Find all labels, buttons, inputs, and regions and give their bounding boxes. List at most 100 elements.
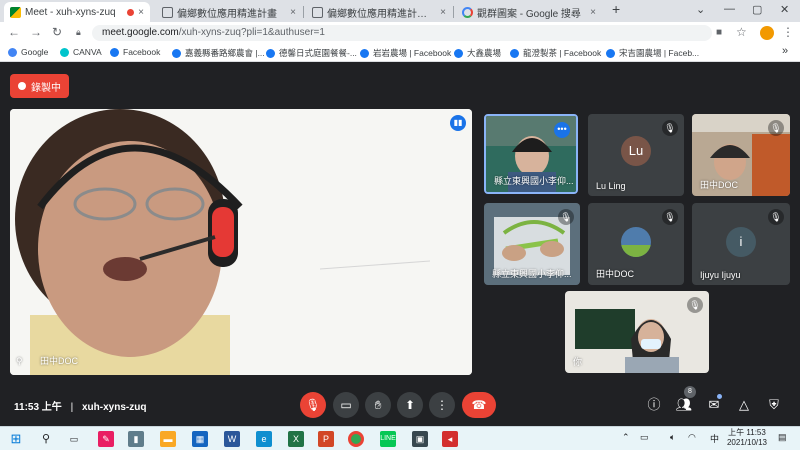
- windows-taskbar: ⊞ ⚲ ▭ ✎ ▮ ▬ ▦ W e X P LINE ▣ ◂ ⌃ ▭ 🔈︎ ◠ …: [0, 426, 800, 450]
- tab-google-search[interactable]: 觀群圖案 - Google 搜尋 ×: [456, 2, 602, 22]
- bookmark-daxin-farm[interactable]: 大鑫農場: [454, 47, 501, 59]
- participant-tile[interactable]: ••• 縣立東興國小李仰...: [484, 114, 578, 194]
- participant-tile[interactable]: Lu 🎙︎ Lu Ling: [588, 114, 684, 196]
- url-host: meet.google.com: [102, 27, 179, 38]
- main-speaker-video[interactable]: ▮▮ ⚲ 田中DOC: [10, 109, 472, 375]
- app-icon[interactable]: ▣: [412, 431, 428, 447]
- mic-off-icon: 🎙︎: [662, 209, 678, 225]
- facebook-icon: [606, 48, 615, 58]
- present-screen-button[interactable]: ⬆︎: [397, 392, 423, 418]
- chrome-icon[interactable]: [348, 431, 364, 447]
- calculator-icon[interactable]: ▦: [192, 431, 208, 447]
- forward-icon[interactable]: →: [30, 25, 42, 39]
- show-hidden-icons[interactable]: ⌃: [622, 432, 630, 443]
- lock-icon: 🔒︎: [76, 27, 81, 37]
- participant-tile[interactable]: i 🎙︎ Ijuyu Ijuyu: [692, 203, 790, 285]
- close-icon[interactable]: ×: [138, 7, 144, 18]
- self-view-tile[interactable]: 🎙︎ 你: [565, 291, 709, 373]
- bookmark-garden-restaurant[interactable]: 德馨日式庭園餐餐-...: [266, 47, 357, 59]
- participant-tile[interactable]: 🎙︎ 田中DOC: [692, 114, 790, 196]
- reload-icon[interactable]: ↻: [52, 25, 62, 39]
- taskbar-clock[interactable]: 上午 11:53 2021/10/13: [724, 428, 770, 448]
- meeting-info: 11:53 上午 | xuh-xyns-zuq: [14, 398, 146, 413]
- meeting-controls-bar: 11:53 上午 | xuh-xyns-zuq 🎙︎ ▭ ✋︎ ⬆︎ ⋮ ☎︎ …: [0, 386, 800, 424]
- meeting-code: xuh-xyns-zuq: [81, 402, 147, 413]
- url-field[interactable]: meet.google.com/xuh-xyns-zuq?pli=1&authu…: [92, 25, 712, 41]
- self-name: 你: [573, 357, 583, 367]
- close-window-icon[interactable]: ✕: [780, 3, 789, 16]
- end-call-button[interactable]: ☎︎: [462, 392, 496, 418]
- bookmark-label: 大鑫農場: [467, 48, 502, 58]
- powerpoint-icon[interactable]: P: [318, 431, 334, 447]
- network-icon[interactable]: ▭: [640, 432, 649, 443]
- recorder-icon[interactable]: ◂: [442, 431, 458, 447]
- profile-avatar[interactable]: [760, 26, 774, 40]
- task-view-icon[interactable]: ▭: [66, 431, 82, 447]
- tab-project[interactable]: 偏鄉數位應用精進計畫 ×: [156, 2, 302, 22]
- tab-project-doc[interactable]: 偏鄉數位應用精進計畫>>田中DOC ×: [306, 2, 452, 22]
- pin-icon[interactable]: ⚲: [16, 356, 23, 367]
- taskbar-time: 上午 11:53: [728, 428, 766, 437]
- meeting-details-icon[interactable]: ⓘ: [645, 396, 663, 414]
- meet-icon: [10, 6, 21, 18]
- bookmark-tea[interactable]: 龍澄製茶 | Facebook: [510, 47, 601, 59]
- participant-name: 田中DOC: [596, 269, 634, 279]
- back-icon[interactable]: ←: [8, 25, 20, 39]
- edge-icon[interactable]: e: [256, 431, 272, 447]
- bookmarks-bar: Google CANVA Facebook 嘉義縣番路鄉農會 |... 德馨日式…: [0, 44, 800, 62]
- sound-icon[interactable]: 🔈︎: [670, 432, 675, 443]
- people-icon[interactable]: 👥︎: [675, 396, 693, 414]
- raise-hand-button[interactable]: ✋︎: [365, 392, 391, 418]
- close-icon[interactable]: ×: [440, 7, 446, 18]
- recording-indicator-icon: [127, 8, 135, 16]
- close-icon[interactable]: ×: [590, 7, 596, 18]
- tab-search-icon[interactable]: ⌄: [696, 3, 705, 16]
- windows-start-icon[interactable]: ⊞: [8, 431, 24, 447]
- line-icon[interactable]: LINE: [380, 431, 396, 447]
- recording-badge[interactable]: 錄製中: [10, 74, 69, 98]
- more-options-icon[interactable]: •••: [554, 122, 570, 138]
- bookmark-facebook[interactable]: Facebook: [110, 47, 160, 57]
- notifications-icon[interactable]: ▤: [778, 432, 787, 443]
- participant-tile[interactable]: 🎙︎ 縣立東興國小李仰...: [484, 203, 580, 285]
- paint-icon[interactable]: ✎: [98, 431, 114, 447]
- word-icon[interactable]: W: [224, 431, 240, 447]
- avatar-initials: Lu: [628, 143, 644, 158]
- bookmark-google[interactable]: Google: [8, 47, 48, 57]
- participant-tile[interactable]: 🎙︎ 田中DOC: [588, 203, 684, 285]
- tab-meet[interactable]: Meet - xuh-xyns-zuq ×: [4, 2, 150, 22]
- bookmark-label: Google: [21, 47, 49, 57]
- bookmark-yanyan-farm[interactable]: 岩岩農場 | Facebook: [360, 47, 451, 59]
- maximize-icon[interactable]: ▢: [752, 3, 762, 16]
- bookmark-songji-farm[interactable]: 宋吉園農場 | Faceb...: [606, 47, 699, 59]
- search-icon[interactable]: ⚲: [38, 431, 54, 447]
- participant-avatar: [621, 227, 651, 257]
- more-options-button[interactable]: ⋮: [429, 392, 455, 418]
- activities-icon[interactable]: △: [735, 396, 753, 414]
- bookmark-canva[interactable]: CANVA: [60, 47, 102, 57]
- address-bar-row: ← → ↻ 🔒︎ meet.google.com/xuh-xyns-zuq?pl…: [0, 22, 800, 44]
- host-controls-icon[interactable]: ⛨: [765, 396, 783, 414]
- chat-notification-dot: [717, 394, 722, 399]
- minimize-icon[interactable]: —: [724, 3, 735, 15]
- google-icon: [462, 6, 473, 18]
- bookmark-star-icon[interactable]: ☆: [736, 25, 747, 39]
- camera-button[interactable]: ▭: [333, 392, 359, 418]
- wifi-icon[interactable]: ◠: [688, 432, 696, 443]
- file-explorer-icon[interactable]: ▬: [160, 431, 176, 447]
- excel-icon[interactable]: X: [288, 431, 304, 447]
- mic-off-icon: 🎙︎: [687, 297, 703, 313]
- bookmark-farmers-assoc[interactable]: 嘉義縣番路鄉農會 |...: [172, 47, 265, 59]
- usb-icon[interactable]: ▮: [128, 431, 144, 447]
- new-tab-button[interactable]: +: [612, 1, 620, 17]
- camera-in-use-icon[interactable]: ■: [716, 27, 722, 38]
- more-bookmarks-button[interactable]: »: [782, 45, 788, 57]
- input-method-indicator[interactable]: 中: [710, 432, 719, 445]
- menu-icon[interactable]: ⋮: [782, 25, 794, 39]
- close-icon[interactable]: ×: [290, 7, 296, 18]
- url-path: /xuh-xyns-zuq?pli=1&authuser=1: [178, 27, 325, 38]
- bookmark-label: 龍澄製茶 | Facebook: [523, 48, 602, 58]
- mic-off-button[interactable]: 🎙︎: [300, 392, 326, 418]
- participant-name: Ijuyu Ijuyu: [700, 270, 741, 280]
- tab-label: 觀群圖案 - Google 搜尋: [477, 8, 581, 20]
